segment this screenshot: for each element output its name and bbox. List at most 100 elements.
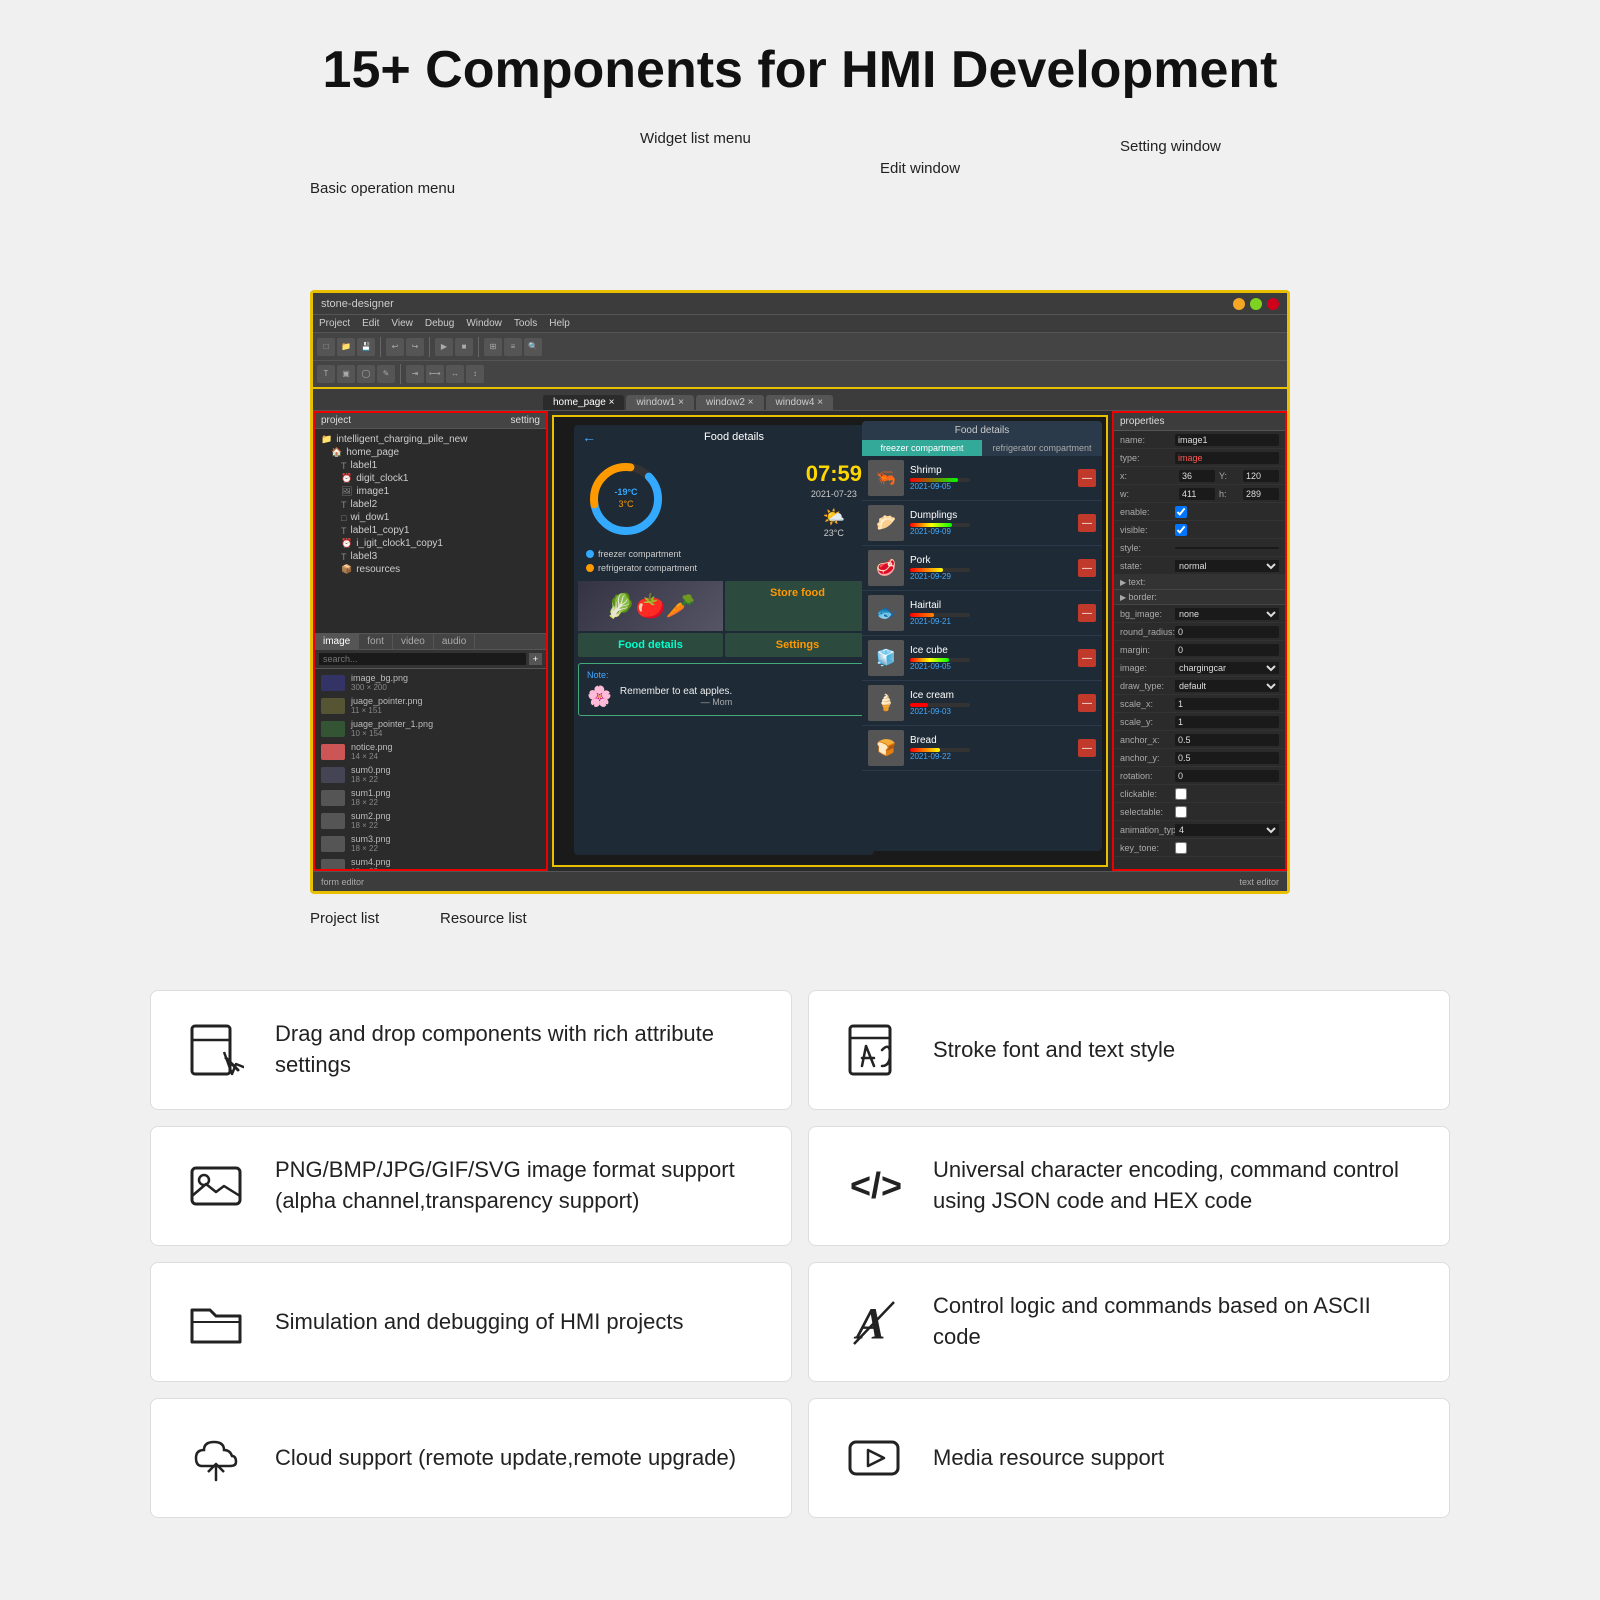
prop-select-bg-image[interactable]: none xyxy=(1175,608,1279,620)
prop-check-selectable[interactable] xyxy=(1175,806,1187,818)
prop-check-key-tone[interactable] xyxy=(1175,842,1187,854)
tab-window2[interactable]: window2 × xyxy=(696,395,764,410)
menu-debug[interactable]: Debug xyxy=(425,318,454,329)
res-item-sum4[interactable]: sum4.png18 × 22 xyxy=(315,855,546,869)
project-image1[interactable]: 🖼 image1 xyxy=(315,485,546,498)
food-item-pork[interactable]: 🥩 Pork 2021-09-29 — xyxy=(862,546,1102,591)
project-digit-clock1[interactable]: ⏰ digit_clock1 xyxy=(315,472,546,485)
res-tab-video[interactable]: video xyxy=(393,634,434,649)
res-item-sum3[interactable]: sum3.png18 × 22 xyxy=(315,832,546,855)
status-text-editor[interactable]: text editor xyxy=(1239,877,1279,887)
resource-add-btn[interactable]: + xyxy=(529,653,542,665)
toolbar2-icon-3[interactable]: ◯ xyxy=(357,365,375,383)
prop-section-border[interactable]: border: xyxy=(1114,590,1285,605)
toolbar-icon-save[interactable]: 💾 xyxy=(357,338,375,356)
project-widow1[interactable]: □ wi_dow1 xyxy=(315,511,546,524)
food-item-dumplings[interactable]: 🥟 Dumplings 2021-09-09 — xyxy=(862,501,1102,546)
hmi-settings-btn[interactable]: Settings xyxy=(725,633,870,657)
food-item-icecream[interactable]: 🍦 Ice cream 2021-09-03 — xyxy=(862,681,1102,726)
food-item-shrimp[interactable]: 🦐 Shrimp 2021-09-05 — xyxy=(862,456,1102,501)
food-del-pork[interactable]: — xyxy=(1078,559,1096,577)
project-resources[interactable]: 📦 resources xyxy=(315,563,546,576)
res-item-sum0[interactable]: sum0.png18 × 22 xyxy=(315,763,546,786)
res-tab-image[interactable]: image xyxy=(315,634,359,649)
toolbar2-icon-7[interactable]: ↔ xyxy=(446,365,464,383)
prop-val-anchor-x[interactable]: 0.5 xyxy=(1175,734,1279,746)
toolbar2-icon-2[interactable]: ▣ xyxy=(337,365,355,383)
prop-check-enable[interactable] xyxy=(1175,506,1187,518)
prop-val-w[interactable]: 411 xyxy=(1179,488,1215,500)
toolbar-icon-grid[interactable]: ⊞ xyxy=(484,338,502,356)
menu-edit[interactable]: Edit xyxy=(362,318,379,329)
tab-window4[interactable]: window4 × xyxy=(766,395,834,410)
status-form-editor[interactable]: form editor xyxy=(321,877,364,887)
prop-val-scale-y[interactable]: 1 xyxy=(1175,716,1279,728)
tab-window1[interactable]: window1 × xyxy=(626,395,694,410)
food-item-hairtail[interactable]: 🐟 Hairtail 2021-09-21 — xyxy=(862,591,1102,636)
hmi-store-food-btn[interactable]: Store food xyxy=(725,581,870,631)
res-tab-audio[interactable]: audio xyxy=(434,634,475,649)
food-del-icecube[interactable]: — xyxy=(1078,649,1096,667)
food-del-dumplings[interactable]: — xyxy=(1078,514,1096,532)
maximize-btn[interactable] xyxy=(1250,298,1262,310)
food-del-shrimp[interactable]: — xyxy=(1078,469,1096,487)
food-tab-freezer[interactable]: freezer compartment xyxy=(862,440,982,456)
menu-help[interactable]: Help xyxy=(549,318,570,329)
prop-select-draw-type[interactable]: default xyxy=(1175,680,1279,692)
menu-view[interactable]: View xyxy=(391,318,413,329)
res-item-sum1[interactable]: sum1.png18 × 22 xyxy=(315,786,546,809)
project-clock-copy[interactable]: ⏰ i_igit_clock1_copy1 xyxy=(315,537,546,550)
prop-select-anim[interactable]: 4 xyxy=(1175,824,1279,836)
prop-val-rotation[interactable]: 0 xyxy=(1175,770,1279,782)
project-home-page[interactable]: 🏠 home_page xyxy=(315,446,546,459)
prop-select-image[interactable]: chargingcar xyxy=(1175,662,1279,674)
prop-check-visible[interactable] xyxy=(1175,524,1187,536)
menu-project[interactable]: Project xyxy=(319,318,350,329)
food-tab-fridge[interactable]: refrigerator compartment xyxy=(982,440,1102,456)
prop-val-scale-x[interactable]: 1 xyxy=(1175,698,1279,710)
resource-search-input[interactable] xyxy=(319,653,526,665)
close-btn[interactable] xyxy=(1267,298,1279,310)
toolbar-icon-undo[interactable]: ↩ xyxy=(386,338,404,356)
minimize-btn[interactable] xyxy=(1233,298,1245,310)
tab-home-page[interactable]: home_page × xyxy=(543,395,624,410)
food-del-bread[interactable]: — xyxy=(1078,739,1096,757)
prop-val-y[interactable]: 120 xyxy=(1243,470,1279,482)
res-item-notice[interactable]: notice.png14 × 24 xyxy=(315,740,546,763)
prop-check-clickable[interactable] xyxy=(1175,788,1187,800)
prop-val-radius[interactable]: 0 xyxy=(1175,626,1279,638)
prop-val-x[interactable]: 36 xyxy=(1179,470,1215,482)
toolbar2-icon-4[interactable]: ✎ xyxy=(377,365,395,383)
prop-val-margin[interactable]: 0 xyxy=(1175,644,1279,656)
res-item-pointer[interactable]: juage_pointer.png11 × 151 xyxy=(315,694,546,717)
prop-val-style[interactable] xyxy=(1175,547,1279,549)
project-label3[interactable]: T label3 xyxy=(315,550,546,563)
prop-val-h[interactable]: 289 xyxy=(1243,488,1279,500)
toolbar2-icon-8[interactable]: ↕ xyxy=(466,365,484,383)
res-item-sum2[interactable]: sum2.png18 × 22 xyxy=(315,809,546,832)
prop-val-type[interactable]: image xyxy=(1175,452,1279,464)
prop-val-name[interactable]: image1 xyxy=(1175,434,1279,446)
prop-val-anchor-y[interactable]: 0.5 xyxy=(1175,752,1279,764)
project-label1[interactable]: T label1 xyxy=(315,459,546,472)
food-del-hairtail[interactable]: — xyxy=(1078,604,1096,622)
toolbar-icon-run[interactable]: ▶ xyxy=(435,338,453,356)
res-item-pointer1[interactable]: juage_pointer_1.png10 × 154 xyxy=(315,717,546,740)
toolbar-icon-new[interactable]: □ xyxy=(317,338,335,356)
menu-window[interactable]: Window xyxy=(466,318,502,329)
toolbar-icon-redo[interactable]: ↪ xyxy=(406,338,424,356)
toolbar-icon-open[interactable]: 📁 xyxy=(337,338,355,356)
food-item-bread[interactable]: 🍞 Bread 2021-09-22 — xyxy=(862,726,1102,771)
toolbar2-icon-6[interactable]: ⟼ xyxy=(426,365,444,383)
food-del-icecream[interactable]: — xyxy=(1078,694,1096,712)
toolbar-icon-align[interactable]: ≡ xyxy=(504,338,522,356)
toolbar2-icon-5[interactable]: ⇥ xyxy=(406,365,424,383)
hmi-food-details-btn[interactable]: Food details xyxy=(578,633,723,657)
menu-tools[interactable]: Tools xyxy=(514,318,537,329)
prop-select-state[interactable]: normal xyxy=(1175,560,1279,572)
toolbar-icon-stop[interactable]: ■ xyxy=(455,338,473,356)
project-root[interactable]: 📁 intelligent_charging_pile_new xyxy=(315,433,546,446)
prop-section-text[interactable]: text: xyxy=(1114,575,1285,590)
project-label1-copy[interactable]: T label1_copy1 xyxy=(315,524,546,537)
toolbar2-icon-1[interactable]: T xyxy=(317,365,335,383)
